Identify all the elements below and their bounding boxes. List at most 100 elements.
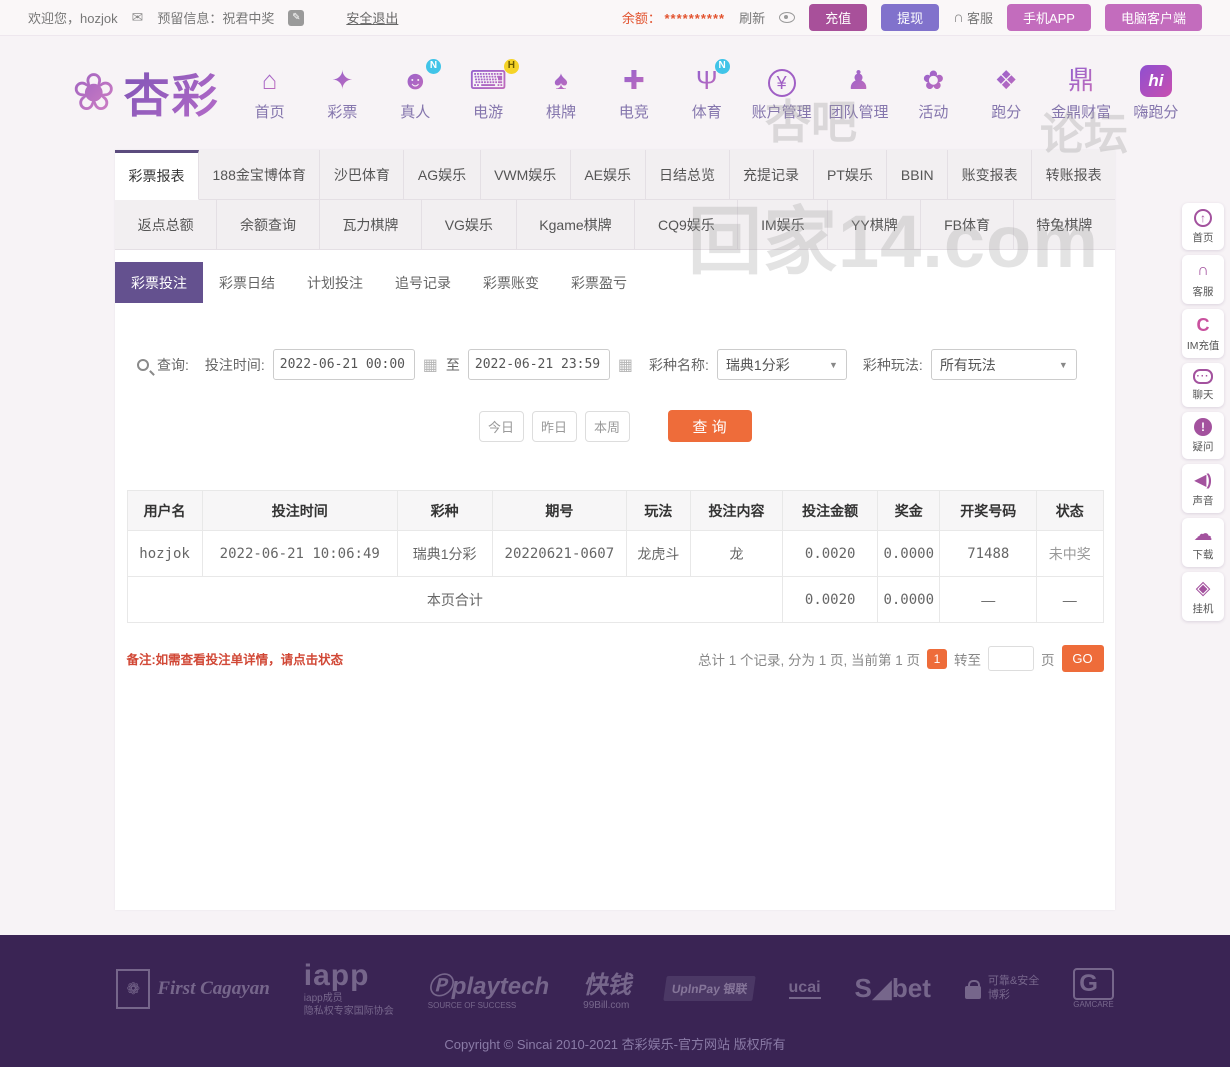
table-cell: 20220621-0607 bbox=[492, 531, 627, 577]
footer-logo-ucai: ucai bbox=[789, 979, 821, 999]
tab-r1-11[interactable]: 账变报表 bbox=[948, 150, 1032, 200]
headset-icon: ∩ bbox=[953, 9, 964, 26]
this-week-button[interactable]: 本周 bbox=[585, 411, 630, 442]
nav-item-team[interactable]: ♟团队管理 bbox=[828, 65, 888, 122]
tab-r1-4[interactable]: AG娱乐 bbox=[404, 150, 480, 200]
today-button[interactable]: 今日 bbox=[479, 411, 524, 442]
side-item-im-recharge[interactable]: CIM充值 bbox=[1182, 309, 1224, 358]
time-from-input[interactable] bbox=[273, 349, 415, 380]
eye-icon[interactable] bbox=[779, 12, 795, 23]
tab-r1-1[interactable]: 彩票报表 bbox=[115, 150, 199, 200]
yesterday-button[interactable]: 昨日 bbox=[532, 411, 577, 442]
logout-link[interactable]: 安全退出 bbox=[346, 8, 398, 27]
envelope-icon[interactable]: ✉ bbox=[132, 9, 144, 26]
table-cell: 龙虎斗 bbox=[627, 531, 690, 577]
lottery-select[interactable]: 瑞典1分彩 ▼ bbox=[717, 349, 847, 380]
nav-label: 金鼎财富 bbox=[1051, 101, 1111, 122]
nav-item-hi[interactable]: hi嗨跑分 bbox=[1128, 65, 1184, 122]
logo-sub-text: iapp成员 隐私权专家国际协会 bbox=[304, 993, 394, 1018]
subtab-2[interactable]: 彩票日结 bbox=[203, 262, 291, 303]
time-to-input[interactable] bbox=[468, 349, 610, 380]
controller-icon: ✚ bbox=[623, 65, 645, 97]
team-icon: ♟ bbox=[847, 65, 870, 97]
calendar-icon-from[interactable]: ▦ bbox=[423, 355, 438, 375]
nav-item-account[interactable]: ¥账户管理 bbox=[752, 67, 812, 122]
tab-r1-10[interactable]: BBIN bbox=[887, 150, 948, 200]
exclamation-icon: ! bbox=[1194, 418, 1212, 436]
tab-r2-9[interactable]: FB体育 bbox=[921, 200, 1013, 250]
recharge-button[interactable]: 充值 bbox=[809, 4, 867, 31]
mobile-app-button[interactable]: 手机APP bbox=[1007, 4, 1091, 31]
play-type-select[interactable]: 所有玩法 ▼ bbox=[931, 349, 1077, 380]
edit-pencil-icon[interactable]: ✎ bbox=[288, 10, 304, 26]
side-item-chat[interactable]: ···聊天 bbox=[1182, 363, 1224, 407]
nav-label: 电游 bbox=[473, 101, 503, 122]
go-button[interactable]: GO bbox=[1062, 645, 1104, 672]
nav-item-paofen[interactable]: ❖跑分 bbox=[978, 65, 1034, 122]
table-header-cell: 投注内容 bbox=[690, 491, 783, 531]
tab-r1-3[interactable]: 沙巴体育 bbox=[320, 150, 404, 200]
nav-item-live[interactable]: ☻N真人 bbox=[387, 65, 443, 122]
logo-main-text: ucai bbox=[789, 979, 821, 999]
tab-r1-12[interactable]: 转账报表 bbox=[1032, 150, 1115, 200]
side-item-hangup[interactable]: ◈挂机 bbox=[1182, 572, 1224, 621]
logo-sub-text: SOURCE OF SUCCESS bbox=[428, 1001, 549, 1011]
nav-item-home[interactable]: ⌂首页 bbox=[242, 65, 298, 122]
page-number-badge[interactable]: 1 bbox=[927, 649, 947, 669]
side-item-question[interactable]: !疑问 bbox=[1182, 412, 1224, 459]
nav-item-jinding[interactable]: 鼎金鼎财富 bbox=[1051, 65, 1111, 122]
subtab-3[interactable]: 计划投注 bbox=[291, 262, 379, 303]
side-item-sound[interactable]: ◀)声音 bbox=[1182, 464, 1224, 513]
subtab-4[interactable]: 追号记录 bbox=[379, 262, 467, 303]
service-link[interactable]: 客服 bbox=[967, 8, 993, 27]
tab-r1-8[interactable]: 充提记录 bbox=[730, 150, 814, 200]
bet-time-label: 投注时间: bbox=[205, 355, 265, 375]
withdraw-button[interactable]: 提现 bbox=[881, 4, 939, 31]
nav-item-esports[interactable]: ✚电竞 bbox=[606, 65, 662, 122]
nav-item-board[interactable]: ♠棋牌 bbox=[533, 65, 589, 122]
tab-r2-5[interactable]: Kgame棋牌 bbox=[517, 200, 636, 250]
balance-value: ********** bbox=[664, 11, 725, 26]
side-label: 声音 bbox=[1193, 492, 1214, 507]
nav-item-egame[interactable]: ⌨H电游 bbox=[460, 65, 516, 122]
page-label: 页 bbox=[1041, 649, 1055, 669]
tab-r1-2[interactable]: 188金宝博体育 bbox=[199, 150, 320, 200]
seal-icon: ❁ bbox=[116, 969, 150, 1009]
subtab-1[interactable]: 彩票投注 bbox=[115, 262, 203, 303]
subtab-6[interactable]: 彩票盈亏 bbox=[555, 262, 643, 303]
tab-r2-8[interactable]: YY棋牌 bbox=[828, 200, 921, 250]
play-type-select-value: 所有玩法 bbox=[940, 355, 996, 375]
chevron-down-icon: ▼ bbox=[1059, 360, 1068, 370]
play-type-label: 彩种玩法: bbox=[863, 355, 923, 375]
tab-r2-6[interactable]: CQ9娱乐 bbox=[635, 200, 738, 250]
calendar-icon-to[interactable]: ▦ bbox=[618, 355, 633, 375]
nav-item-lottery[interactable]: ✦彩票 bbox=[314, 65, 370, 122]
live-person-icon: ☻N bbox=[402, 65, 429, 97]
query-button[interactable]: 查 询 bbox=[668, 410, 752, 442]
tab-r2-2[interactable]: 余额查询 bbox=[217, 200, 319, 250]
tab-r1-9[interactable]: PT娱乐 bbox=[814, 150, 888, 200]
refresh-link[interactable]: 刷新 bbox=[739, 8, 765, 27]
goto-page-input[interactable] bbox=[988, 646, 1034, 671]
side-item-download[interactable]: ☁下载 bbox=[1182, 518, 1224, 567]
table-cell[interactable]: 未中奖 bbox=[1037, 531, 1103, 577]
side-item-service[interactable]: ∩客服 bbox=[1182, 255, 1224, 304]
tab-r1-5[interactable]: VWM娱乐 bbox=[481, 150, 571, 200]
subtab-5[interactable]: 彩票账变 bbox=[467, 262, 555, 303]
total-cell: — bbox=[940, 577, 1037, 623]
nav-item-sports[interactable]: ΨN体育 bbox=[679, 65, 735, 122]
tab-r2-3[interactable]: 瓦力棋牌 bbox=[320, 200, 422, 250]
tab-r2-1[interactable]: 返点总额 bbox=[115, 200, 217, 250]
side-label: IM充值 bbox=[1187, 337, 1220, 352]
pc-client-button[interactable]: 电脑客户端 bbox=[1105, 4, 1202, 31]
tab-r1-6[interactable]: AE娱乐 bbox=[571, 150, 646, 200]
table-cell: 瑞典1分彩 bbox=[397, 531, 492, 577]
table-header-cell: 期号 bbox=[492, 491, 627, 531]
tab-r1-7[interactable]: 日结总览 bbox=[646, 150, 730, 200]
tab-r2-7[interactable]: IM娱乐 bbox=[738, 200, 828, 250]
side-item-home-top[interactable]: ↑首页 bbox=[1182, 203, 1224, 250]
brand-logo[interactable]: ❀ 杏彩 bbox=[72, 60, 220, 126]
tab-r2-4[interactable]: VG娱乐 bbox=[422, 200, 517, 250]
tab-r2-10[interactable]: 特兔棋牌 bbox=[1014, 200, 1115, 250]
nav-item-activity[interactable]: ✿活动 bbox=[905, 65, 961, 122]
